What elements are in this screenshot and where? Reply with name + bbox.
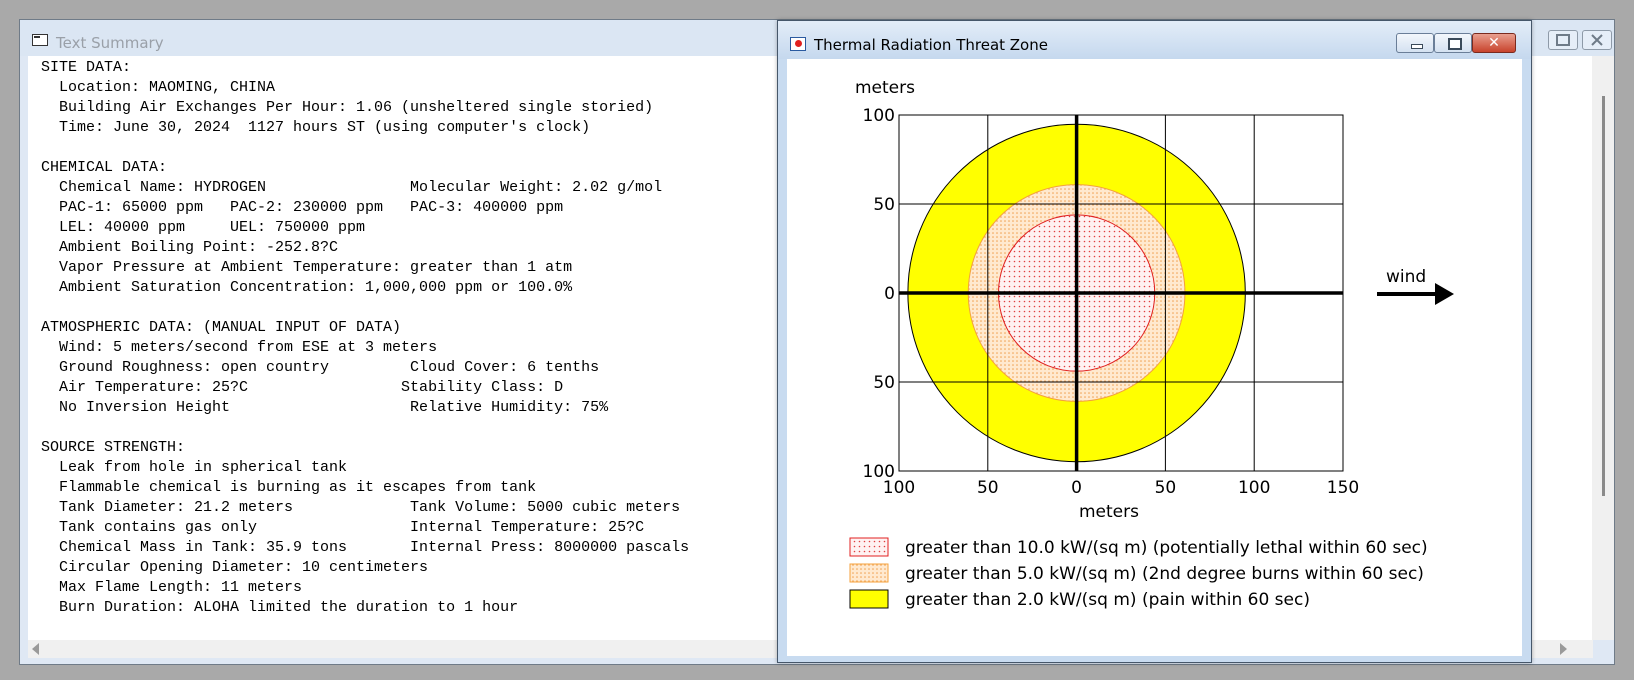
summary-line: Building Air Exchanges Per Hour: 1.06 (u…: [41, 99, 654, 116]
threat-zone-chart: 100 50 0 50 100 15010050050100metersmeterswin…: [849, 78, 1454, 610]
y-tick-label: 100: [863, 106, 895, 126]
maximize-button[interactable]: [1434, 33, 1472, 53]
summary-line: No Inversion Height Relative Humidity: 7…: [41, 399, 609, 416]
x-tick-label: 50: [1155, 478, 1177, 498]
summary-line: Time: June 30, 2024 1127 hours ST (using…: [41, 119, 591, 136]
y-axis-label: meters: [855, 78, 915, 98]
scroll-thumb[interactable]: [1602, 96, 1605, 496]
x-axis-label: meters: [1079, 502, 1139, 522]
summary-line: ATMOSPHERIC DATA: (MANUAL INPUT OF DATA): [41, 319, 402, 336]
y-tick-label: 100: [863, 462, 895, 482]
summary-line: PAC-1: 65000 ppm PAC-2: 230000 ppm PAC-3…: [41, 199, 564, 216]
threat-zone-canvas: 100 50 0 50 100 150 100 50 0 50 100 meters meters win…: [787, 59, 1522, 656]
minimize-icon: [1411, 44, 1423, 49]
minimize-button[interactable]: [1396, 33, 1434, 53]
legend-label: greater than 5.0 kW/(sq m) (2nd degree b…: [905, 564, 1424, 584]
summary-text: SITE DATA: Location: MAOMING, CHINA Buil…: [41, 58, 689, 618]
summary-line: Ground Roughness: open country Cloud Cov…: [41, 359, 600, 376]
window-icon: [790, 37, 806, 51]
legend-swatch: [849, 563, 889, 583]
summary-line: CHEMICAL DATA:: [41, 159, 168, 176]
summary-line: [41, 138, 689, 158]
close-icon: ✕: [1488, 35, 1500, 51]
summary-line: Vapor Pressure at Ambient Temperature: g…: [41, 259, 573, 276]
summary-line: Leak from hole in spherical tank: [41, 459, 348, 476]
close-button[interactable]: ✕: [1472, 33, 1516, 53]
summary-line: Ambient Boiling Point: -252.8?C: [41, 239, 339, 256]
summary-line: Air Temperature: 25?C Stability Class: D: [41, 379, 564, 396]
summary-line: Flammable chemical is burning as it esca…: [41, 479, 537, 496]
maximize-icon: [1556, 34, 1570, 46]
maximize-icon: [1448, 38, 1462, 50]
summary-line: Circular Opening Diameter: 10 centimeter…: [41, 559, 429, 576]
legend-swatch: [849, 589, 889, 609]
summary-line: Burn Duration: ALOHA limited the duratio…: [41, 599, 519, 616]
x-tick-label: 50: [977, 478, 999, 498]
summary-line: SITE DATA:: [41, 59, 132, 76]
summary-line: Chemical Name: HYDROGEN Molecular Weight…: [41, 179, 663, 196]
summary-line: [41, 418, 689, 438]
summary-line: Ambient Saturation Concentration: 1,000,…: [41, 279, 573, 296]
maximize-button[interactable]: [1548, 30, 1578, 50]
summary-line: Wind: 5 meters/second from ESE at 3 mete…: [41, 339, 438, 356]
legend-label: greater than 2.0 kW/(sq m) (pain within …: [905, 590, 1310, 610]
threat-zone-window: Thermal Radiation Threat Zone ✕ 100 50 0 50…: [777, 20, 1532, 663]
text-summary-title: Text Summary: [56, 34, 164, 52]
close-icon: [1591, 34, 1603, 46]
y-tick-label: 50: [873, 195, 895, 215]
scroll-right-icon[interactable]: [1560, 643, 1567, 655]
summary-line: Max Flame Length: 11 meters: [41, 579, 303, 596]
legend-swatch: [849, 537, 889, 557]
y-tick-label: 50: [873, 373, 895, 393]
x-tick-label: 100: [1238, 478, 1270, 498]
x-tick-label: 150: [1327, 478, 1359, 498]
window-icon: [32, 34, 48, 46]
summary-line: Chemical Mass in Tank: 35.9 tons Interna…: [41, 539, 690, 556]
vertical-scrollbar[interactable]: [1592, 56, 1614, 640]
threat-zone-titlebar[interactable]: Thermal Radiation Threat Zone ✕: [778, 21, 1531, 59]
summary-line: Location: MAOMING, CHINA: [41, 79, 276, 96]
summary-line: Tank contains gas only Internal Temperat…: [41, 519, 645, 536]
summary-line: [41, 298, 689, 318]
threat-zone-title: Thermal Radiation Threat Zone: [814, 36, 1048, 54]
close-button[interactable]: [1582, 30, 1612, 50]
wind-arrow-icon: [1435, 283, 1454, 305]
wind-label: wind: [1386, 267, 1426, 287]
y-tick-label: 0: [884, 284, 895, 304]
scroll-left-icon[interactable]: [32, 643, 39, 655]
legend-label: greater than 10.0 kW/(sq m) (potentially…: [905, 538, 1428, 558]
summary-line: SOURCE STRENGTH:: [41, 439, 186, 456]
summary-line: Tank Diameter: 21.2 meters Tank Volume: …: [41, 499, 681, 516]
summary-line: LEL: 40000 ppm UEL: 750000 ppm: [41, 219, 366, 236]
x-tick-label: 0: [1071, 478, 1082, 498]
